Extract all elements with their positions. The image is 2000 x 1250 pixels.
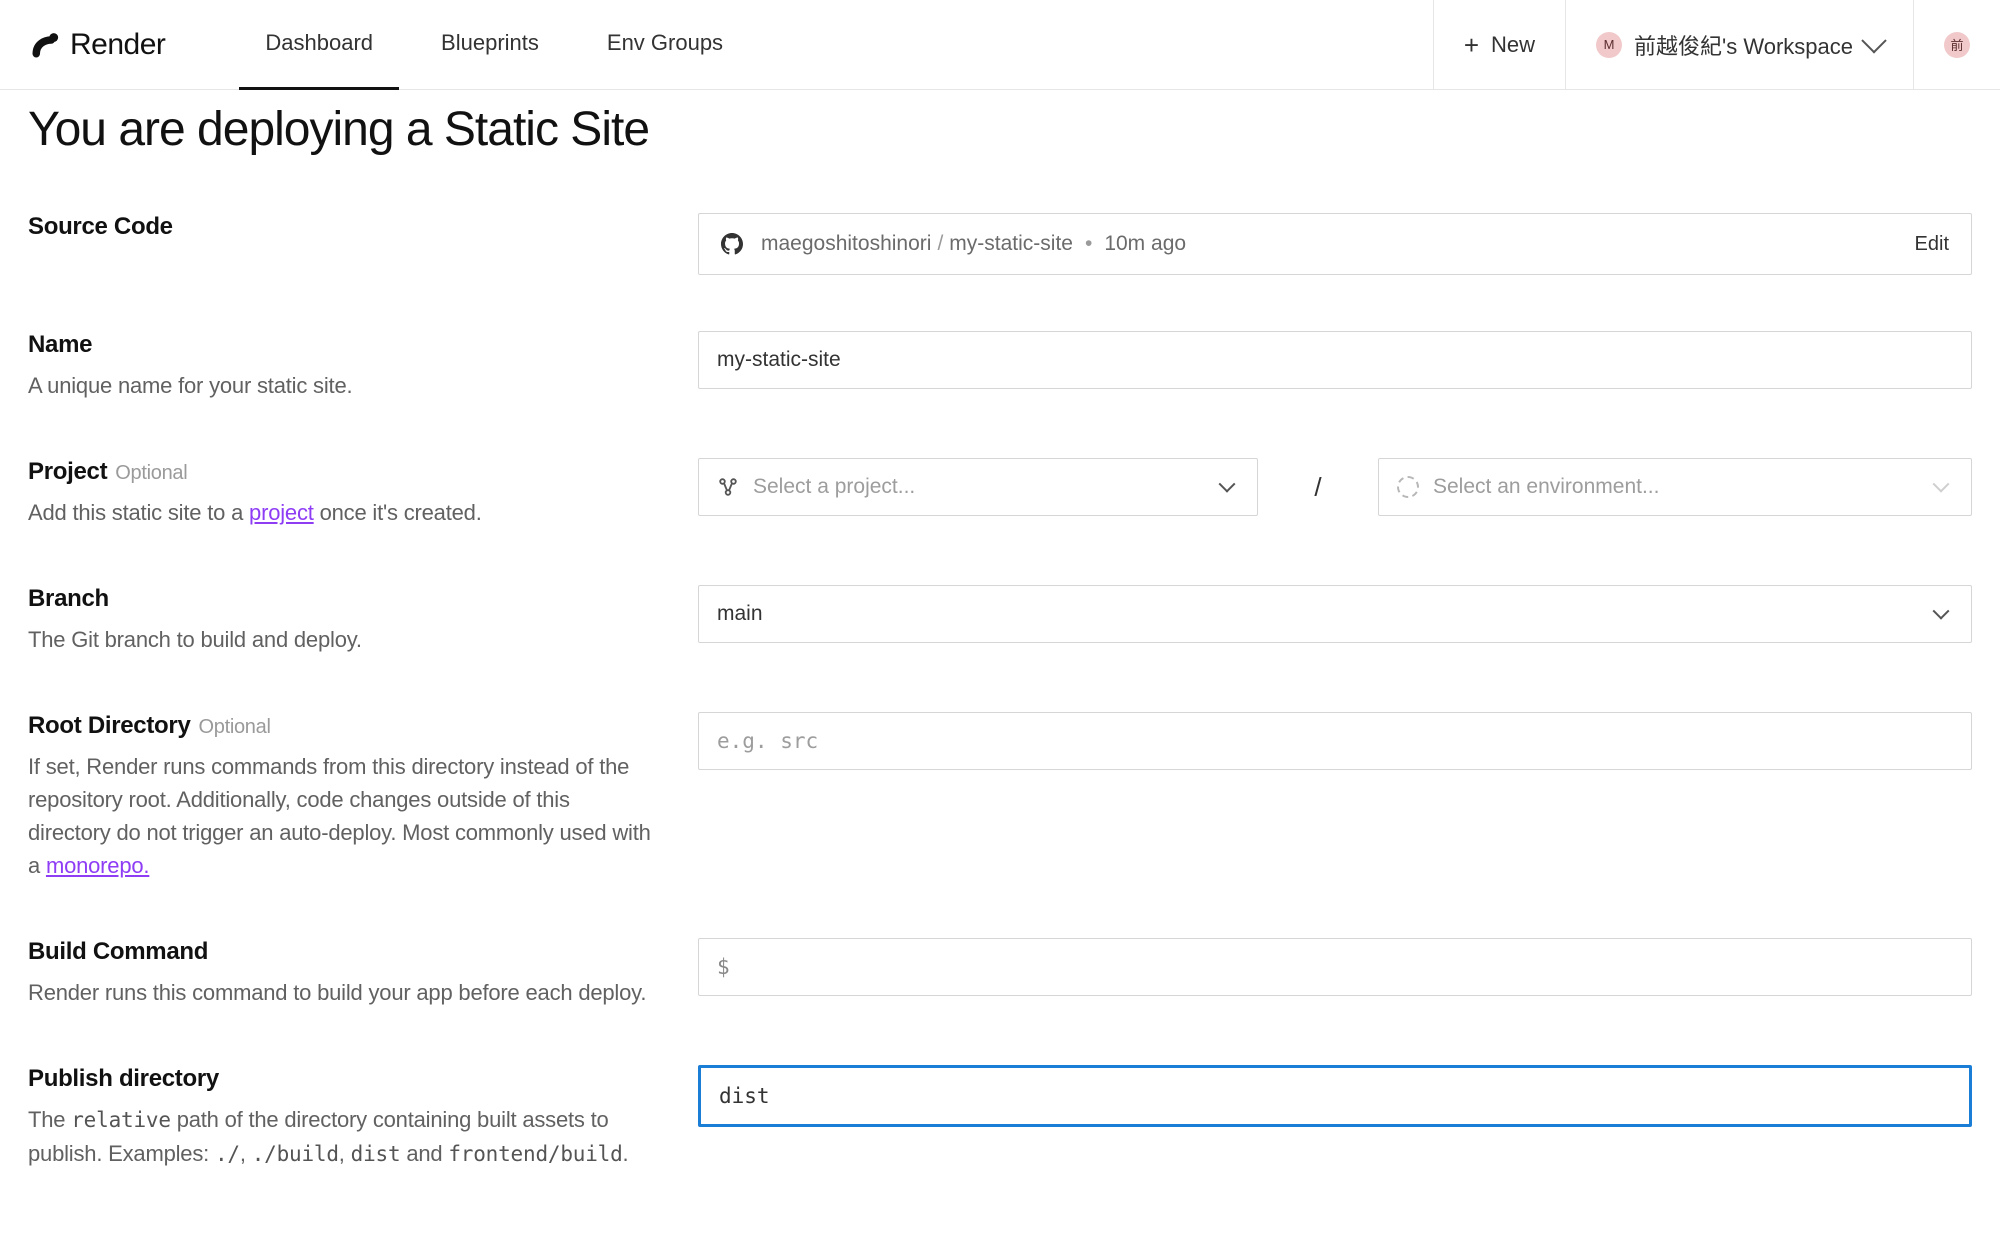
chevron-down-icon: [1861, 28, 1886, 53]
build-command-input[interactable]: [740, 955, 1953, 979]
new-label: New: [1491, 32, 1535, 58]
row-branch: Branch The Git branch to build and deplo…: [28, 585, 1972, 656]
name-input[interactable]: [698, 331, 1972, 389]
repo-name: my-static-site: [949, 232, 1073, 256]
workspace-switcher[interactable]: M 前越俊紀's Workspace: [1565, 0, 1913, 89]
edit-source-button[interactable]: Edit: [1915, 233, 1949, 256]
brand-logo[interactable]: Render: [0, 0, 195, 89]
site-header: Render Dashboard Blueprints Env Groups +…: [0, 0, 2000, 90]
dollar-prefix: $: [717, 955, 730, 979]
source-code-card: maegoshitoshinori / my-static-site • 10m…: [698, 213, 1972, 275]
project-select-icon: [717, 476, 739, 498]
label-build-command: Build Command: [28, 938, 658, 966]
label-name: Name: [28, 331, 658, 359]
github-icon: [721, 233, 743, 255]
desc-name: A unique name for your static site.: [28, 369, 658, 402]
row-build-command: Build Command Render runs this command t…: [28, 938, 1972, 1009]
nav-blueprints[interactable]: Blueprints: [441, 0, 539, 89]
environment-placeholder-icon: [1397, 476, 1419, 498]
row-source-code: Source Code maegoshitoshinori / my-stati…: [28, 213, 1972, 275]
project-env-sep: /: [1258, 472, 1378, 503]
plus-icon: +: [1464, 32, 1479, 58]
publish-directory-input[interactable]: [698, 1065, 1972, 1127]
project-select[interactable]: Select a project...: [698, 458, 1258, 516]
chevron-down-icon: [1219, 476, 1236, 493]
new-button[interactable]: + New: [1433, 0, 1565, 89]
repo-slash: /: [937, 232, 943, 256]
user-avatar: 前: [1944, 32, 1970, 58]
row-root-directory: Root DirectoryOptional If set, Render ru…: [28, 712, 1972, 882]
chevron-down-icon: [1933, 603, 1950, 620]
environment-select[interactable]: Select an environment...: [1378, 458, 1972, 516]
render-logo-icon: [30, 30, 60, 60]
label-root-directory: Root DirectoryOptional: [28, 712, 658, 740]
row-publish-directory: Publish directory The relative path of t…: [28, 1065, 1972, 1170]
desc-branch: The Git branch to build and deploy.: [28, 623, 658, 656]
branch-value: main: [717, 602, 763, 626]
environment-select-placeholder: Select an environment...: [1433, 475, 1659, 499]
desc-build-command: Render runs this command to build your a…: [28, 976, 658, 1009]
row-project: ProjectOptional Add this static site to …: [28, 458, 1972, 529]
user-menu[interactable]: 前: [1913, 0, 2000, 89]
dot-sep: •: [1085, 232, 1092, 256]
label-source-code: Source Code: [28, 213, 658, 241]
monorepo-link[interactable]: monorepo.: [46, 853, 149, 878]
label-publish-directory: Publish directory: [28, 1065, 658, 1093]
label-project: ProjectOptional: [28, 458, 658, 486]
row-name: Name A unique name for your static site.: [28, 331, 1972, 402]
workspace-name: 前越俊紀's Workspace: [1634, 29, 1853, 61]
nav-dashboard[interactable]: Dashboard: [265, 0, 373, 89]
label-project-optional: Optional: [115, 462, 187, 484]
workspace-avatar: M: [1596, 32, 1622, 58]
repo-owner: maegoshitoshinori: [761, 232, 931, 256]
branch-select[interactable]: main: [698, 585, 1972, 643]
page-title: You are deploying a Static Site: [28, 102, 1972, 157]
project-select-placeholder: Select a project...: [753, 475, 915, 499]
label-branch: Branch: [28, 585, 658, 613]
build-command-wrapper: $: [698, 938, 1972, 996]
chevron-down-icon: [1933, 476, 1950, 493]
root-directory-input[interactable]: [698, 712, 1972, 770]
main-nav: Dashboard Blueprints Env Groups: [195, 0, 723, 89]
project-link[interactable]: project: [249, 500, 314, 525]
desc-publish-directory: The relative path of the directory conta…: [28, 1103, 658, 1170]
nav-env-groups[interactable]: Env Groups: [607, 0, 723, 89]
desc-root-directory: If set, Render runs commands from this d…: [28, 750, 658, 882]
desc-project: Add this static site to a project once i…: [28, 496, 658, 529]
header-actions: + New M 前越俊紀's Workspace 前: [1433, 0, 2000, 89]
label-rootdir-optional: Optional: [199, 716, 271, 738]
repo-updated-ago: 10m ago: [1104, 232, 1186, 256]
brand-name: Render: [70, 28, 165, 62]
